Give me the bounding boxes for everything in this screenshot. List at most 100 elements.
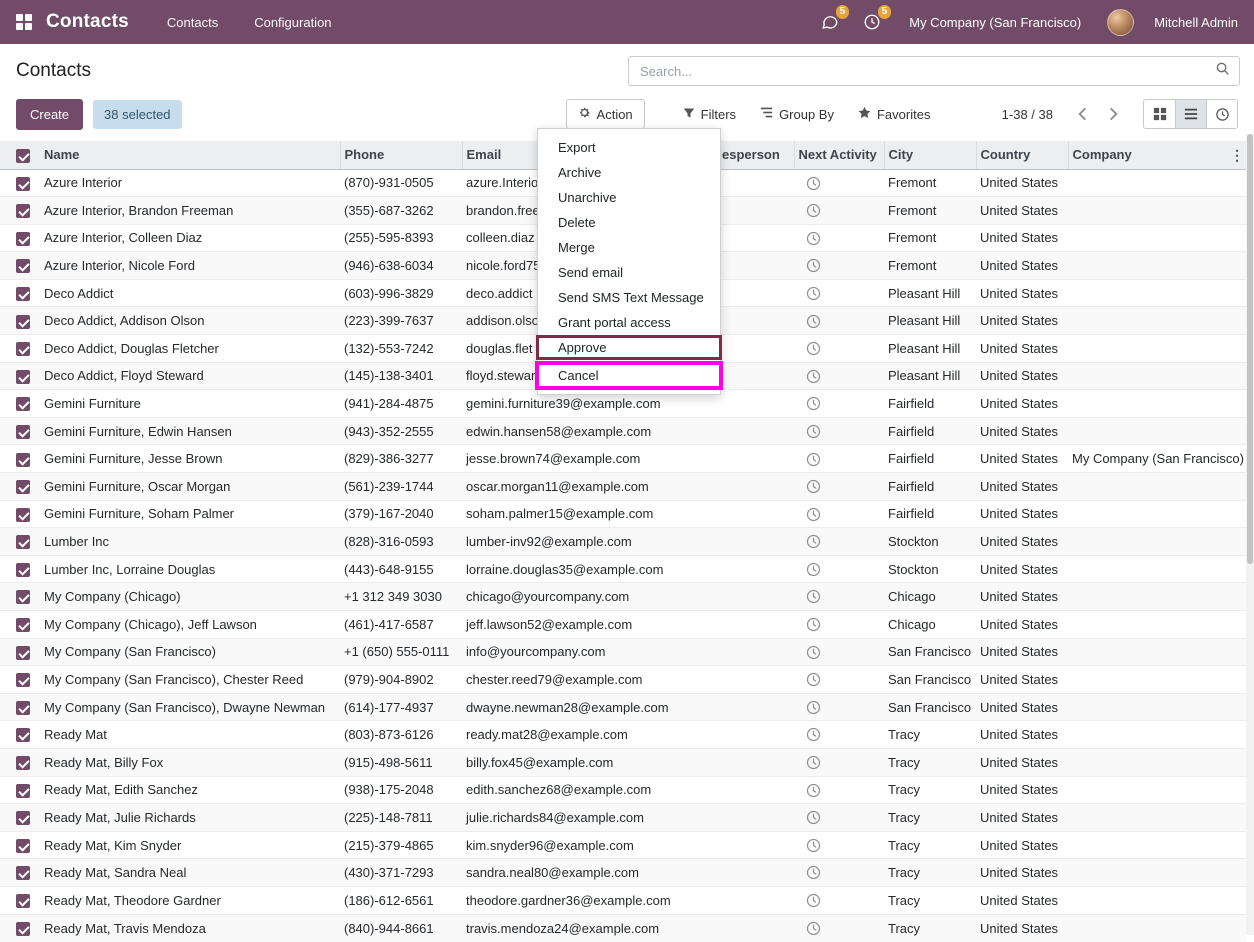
table-row[interactable]: Ready Mat (803)-873-6126 ready.mat28@exa… [0, 721, 1246, 749]
next-activity-clock-icon[interactable] [805, 506, 821, 522]
row-checkbox[interactable] [16, 673, 30, 687]
pager-previous-button[interactable] [1067, 103, 1098, 125]
table-row[interactable]: My Company (San Francisco) +1 (650) 555-… [0, 638, 1246, 666]
next-activity-clock-icon[interactable] [805, 341, 821, 357]
next-activity-clock-icon[interactable] [805, 837, 821, 853]
next-activity-clock-icon[interactable] [805, 893, 821, 909]
row-checkbox[interactable] [16, 453, 30, 467]
table-row[interactable]: Ready Mat, Billy Fox (915)-498-5611 bill… [0, 748, 1246, 776]
next-activity-clock-icon[interactable] [805, 810, 821, 826]
messages-icon[interactable]: 5 [819, 11, 841, 33]
select-all-checkbox[interactable] [16, 149, 30, 163]
company-switcher[interactable]: My Company (San Francisco) [909, 15, 1081, 30]
action-menu-item[interactable]: Delete [538, 210, 720, 235]
action-menu-item[interactable]: Archive [538, 160, 720, 185]
row-checkbox[interactable] [16, 756, 30, 770]
column-header-phone[interactable]: Phone [340, 141, 462, 169]
next-activity-clock-icon[interactable] [805, 782, 821, 798]
row-checkbox[interactable] [16, 508, 30, 522]
row-checkbox[interactable] [16, 535, 30, 549]
action-menu-item[interactable]: Grant portal access [538, 310, 720, 335]
row-checkbox[interactable] [16, 646, 30, 660]
next-activity-clock-icon[interactable] [805, 561, 821, 577]
next-activity-clock-icon[interactable] [805, 451, 821, 467]
next-activity-clock-icon[interactable] [805, 699, 821, 715]
action-menu-item[interactable]: Unarchive [538, 185, 720, 210]
table-row[interactable]: Gemini Furniture, Edwin Hansen (943)-352… [0, 417, 1246, 445]
action-menu-item[interactable]: Export [538, 135, 720, 160]
next-activity-clock-icon[interactable] [805, 368, 821, 384]
table-row[interactable]: Ready Mat, Travis Mendoza (840)-944-8661… [0, 914, 1246, 942]
view-list-button[interactable] [1175, 100, 1206, 128]
search-icon[interactable] [1215, 61, 1230, 81]
row-checkbox[interactable] [16, 232, 30, 246]
action-menu-item[interactable]: Send SMS Text Message [538, 285, 720, 310]
create-button[interactable]: Create [16, 99, 83, 130]
row-checkbox[interactable] [16, 563, 30, 577]
next-activity-clock-icon[interactable] [805, 396, 821, 412]
column-header-name[interactable]: Name [40, 141, 340, 169]
row-checkbox[interactable] [16, 894, 30, 908]
action-menu-item[interactable]: Send email [538, 260, 720, 285]
next-activity-clock-icon[interactable] [805, 258, 821, 274]
next-activity-clock-icon[interactable] [805, 920, 821, 936]
column-header-next-activity[interactable]: Next Activity [794, 141, 884, 169]
table-row[interactable]: My Company (San Francisco), Chester Reed… [0, 666, 1246, 694]
column-header-country[interactable]: Country [976, 141, 1068, 169]
next-activity-clock-icon[interactable] [805, 479, 821, 495]
optional-columns-icon[interactable]: ⋮ [1230, 141, 1244, 169]
row-checkbox[interactable] [16, 866, 30, 880]
row-checkbox[interactable] [16, 315, 30, 329]
next-activity-clock-icon[interactable] [805, 589, 821, 605]
next-activity-clock-icon[interactable] [805, 727, 821, 743]
table-row[interactable]: Gemini Furniture, Soham Palmer (379)-167… [0, 500, 1246, 528]
view-activity-button[interactable] [1206, 100, 1237, 128]
next-activity-clock-icon[interactable] [805, 423, 821, 439]
next-activity-clock-icon[interactable] [805, 230, 821, 246]
action-button[interactable]: Action [566, 99, 645, 129]
table-row[interactable]: Ready Mat, Kim Snyder (215)-379-4865 kim… [0, 831, 1246, 859]
pager-next-button[interactable] [1098, 103, 1129, 125]
user-menu[interactable]: Mitchell Admin [1154, 15, 1238, 30]
table-row[interactable]: Ready Mat, Julie Richards (225)-148-7811… [0, 804, 1246, 832]
row-checkbox[interactable] [16, 397, 30, 411]
table-row[interactable]: Lumber Inc (828)-316-0593 lumber-inv92@e… [0, 528, 1246, 556]
next-activity-clock-icon[interactable] [805, 865, 821, 881]
row-checkbox[interactable] [16, 287, 30, 301]
filters-button[interactable]: Filters [683, 107, 736, 122]
next-activity-clock-icon[interactable] [805, 644, 821, 660]
column-header-company[interactable]: Company [1068, 141, 1246, 169]
row-checkbox[interactable] [16, 342, 30, 356]
nav-item-configuration[interactable]: Configuration [254, 15, 331, 30]
row-checkbox[interactable] [16, 259, 30, 273]
user-avatar[interactable] [1107, 9, 1134, 36]
next-activity-clock-icon[interactable] [805, 313, 821, 329]
nav-item-contacts[interactable]: Contacts [167, 15, 218, 30]
next-activity-clock-icon[interactable] [805, 203, 821, 219]
table-row[interactable]: Lumber Inc, Lorraine Douglas (443)-648-9… [0, 555, 1246, 583]
row-checkbox[interactable] [16, 480, 30, 494]
row-checkbox[interactable] [16, 811, 30, 825]
next-activity-clock-icon[interactable] [805, 534, 821, 550]
column-header-city[interactable]: City [884, 141, 976, 169]
row-checkbox[interactable] [16, 370, 30, 384]
table-row[interactable]: My Company (Chicago) +1 312 349 3030 chi… [0, 583, 1246, 611]
action-menu-item[interactable]: Merge [538, 235, 720, 260]
row-checkbox[interactable] [16, 590, 30, 604]
row-checkbox[interactable] [16, 425, 30, 439]
activities-clock-icon[interactable]: 5 [861, 11, 883, 33]
table-row[interactable]: My Company (San Francisco), Dwayne Newma… [0, 693, 1246, 721]
action-menu-item[interactable]: Approve [538, 335, 720, 360]
next-activity-clock-icon[interactable] [805, 617, 821, 633]
action-menu-item[interactable]: Cancel [538, 363, 720, 388]
row-checkbox[interactable] [16, 839, 30, 853]
next-activity-clock-icon[interactable] [805, 755, 821, 771]
favorites-button[interactable]: Favorites [858, 106, 930, 122]
row-checkbox[interactable] [16, 204, 30, 218]
search-input[interactable] [638, 63, 1215, 80]
row-checkbox[interactable] [16, 922, 30, 936]
next-activity-clock-icon[interactable] [805, 672, 821, 688]
scrollbar-thumb[interactable] [1247, 134, 1253, 564]
table-row[interactable]: Ready Mat, Theodore Gardner (186)-612-65… [0, 886, 1246, 914]
table-row[interactable]: My Company (Chicago), Jeff Lawson (461)-… [0, 611, 1246, 639]
